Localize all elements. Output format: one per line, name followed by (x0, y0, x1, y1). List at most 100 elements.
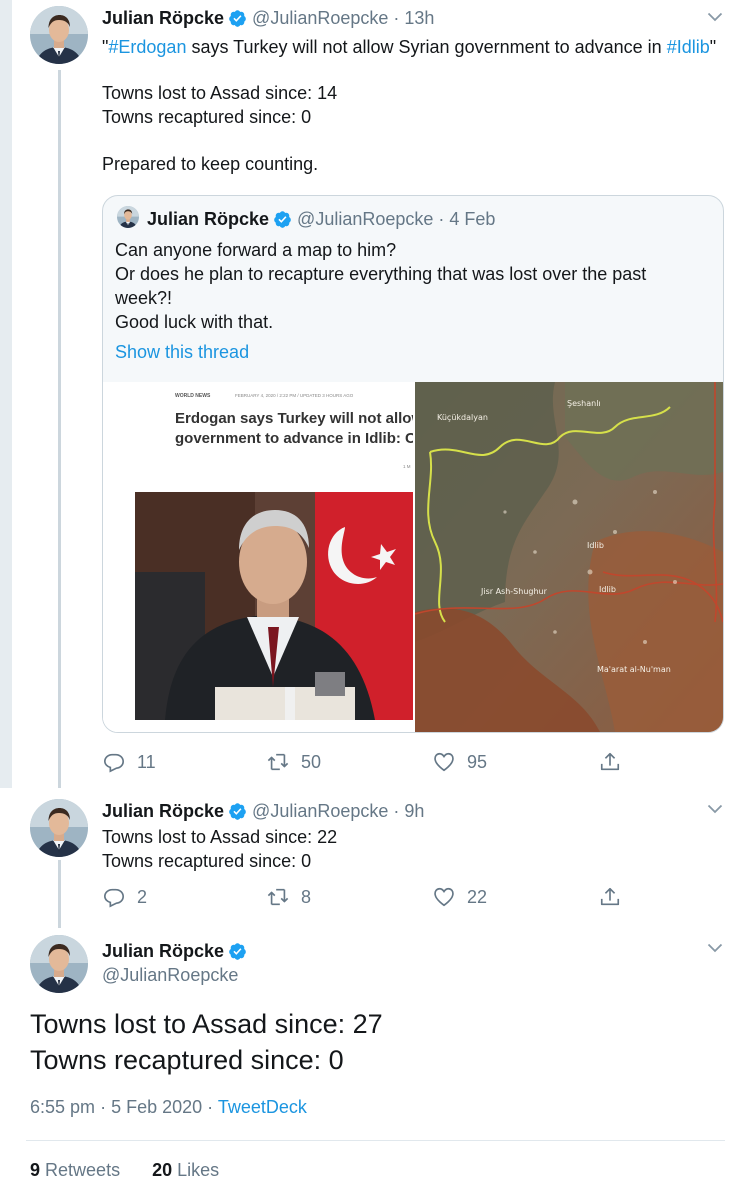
share-button[interactable] (599, 886, 633, 908)
share-icon (599, 886, 621, 908)
thread-line (58, 860, 61, 928)
map-label: Jisr Ash-Shughur (480, 587, 548, 596)
separator-dot: · (438, 209, 445, 229)
share-icon (599, 751, 621, 773)
author-handle[interactable]: @JulianRoepcke (102, 965, 238, 986)
hashtag-link[interactable]: #Erdogan (108, 37, 186, 57)
reply-count: 2 (137, 886, 148, 907)
tweet-text-line: Towns recaptured since: 0 (102, 107, 312, 127)
show-thread-link[interactable]: Show this thread (115, 340, 249, 364)
article-headline: government to advance in Idlib: CN (175, 430, 413, 447)
retweet-icon (267, 886, 289, 908)
tweet-date[interactable]: 5 Feb 2020 (111, 1097, 202, 1117)
like-button[interactable]: 95 (433, 751, 487, 773)
share-button[interactable] (599, 751, 633, 773)
quote-mark: " (709, 37, 717, 57)
avatar[interactable] (30, 799, 88, 857)
like-button[interactable]: 22 (433, 886, 487, 908)
thread-line (58, 70, 61, 790)
article-section: WORLD NEWS (175, 393, 211, 399)
news-screenshot-image[interactable]: WORLD NEWS FEBRUARY 4, 2020 / 2:22 PM / … (103, 382, 413, 732)
retweet-total: 9 (30, 1160, 41, 1180)
reply-icon (103, 751, 125, 773)
verified-badge-icon (228, 942, 247, 961)
retweet-button[interactable]: 50 (267, 751, 321, 773)
tweet-header: Julian Röpcke @JulianRoepcke · 9h (102, 801, 424, 822)
author-name[interactable]: Julian Röpcke (102, 8, 224, 29)
satellite-map: Küçükdalyan Şeshanlı Idlib Jisr Ash-Shug… (415, 382, 723, 732)
retweets-link[interactable]: 9 Retweets (30, 1160, 120, 1180)
tweet-header: Julian Röpcke @JulianRoepcke · 13h (102, 8, 434, 29)
map-label: Küçükdalyan (437, 413, 488, 422)
separator-dot: · (393, 8, 400, 28)
tweet-time[interactable]: 4 Feb (449, 209, 495, 230)
tweet-source-link[interactable]: TweetDeck (218, 1097, 307, 1117)
verified-badge-icon (228, 9, 247, 28)
reply-count: 11 (137, 751, 156, 772)
verified-badge-icon (228, 802, 247, 821)
avatar[interactable] (30, 935, 88, 993)
article-byline: 1 M (403, 464, 411, 469)
heart-icon (433, 751, 455, 773)
retweet-icon (267, 751, 289, 773)
likes-link[interactable]: 20 Likes (152, 1160, 219, 1180)
author-name[interactable]: Julian Röpcke (102, 801, 224, 822)
tweet-text-line: Towns lost to Assad since: 22 (102, 827, 338, 847)
like-count: 22 (467, 886, 488, 907)
avatar[interactable] (30, 6, 88, 64)
quoted-tweet-header: Julian Röpcke @JulianRoepcke · 4 Feb (147, 209, 495, 230)
tweet-text-fragment: says Turkey will not allow Syrian govern… (186, 37, 667, 57)
author-handle[interactable]: @JulianRoepcke (297, 209, 433, 230)
separator-dot: · (100, 1097, 112, 1117)
verified-badge-icon (273, 210, 292, 229)
separator-dot: · (393, 801, 400, 821)
tweet-text-line: Prepared to keep counting. (102, 154, 319, 174)
tweet-text-line: Towns recaptured since: 0 (30, 1045, 344, 1075)
author-name[interactable]: Julian Röpcke (147, 209, 269, 230)
quoted-tweet-text: Good luck with that. (115, 312, 274, 332)
tweet-text: " #Erdogan says Turkey will not allow Syr… (102, 35, 732, 59)
quoted-tweet-text: Or does he plan to recapture everything … (115, 264, 652, 308)
map-label: Idlib (587, 541, 604, 550)
satellite-map-image[interactable]: Küçükdalyan Şeshanlı Idlib Jisr Ash-Shug… (415, 382, 723, 732)
tweet-time[interactable]: 6:55 pm (30, 1097, 95, 1117)
tweet-text-line: Towns lost to Assad since: 14 (102, 83, 338, 103)
quoted-tweet-media[interactable]: WORLD NEWS FEBRUARY 4, 2020 / 2:22 PM / … (103, 382, 723, 732)
reply-icon (103, 886, 125, 908)
like-total: 20 (152, 1160, 173, 1180)
avatar[interactable] (117, 206, 139, 228)
retweet-count: 8 (301, 886, 312, 907)
reply-button[interactable]: 2 (103, 886, 147, 908)
article-headline: Erdogan says Turkey will not allow (175, 410, 413, 427)
author-handle[interactable]: @JulianRoepcke (252, 8, 388, 29)
tweet-time[interactable]: 9h (404, 801, 424, 822)
retweet-count: 50 (301, 751, 322, 772)
reply-button[interactable]: 11 (103, 751, 156, 773)
tweet-time[interactable]: 13h (404, 8, 434, 29)
engagement-counts: 9 Retweets 20 Likes (30, 1160, 219, 1181)
tweet-text-line: Towns recaptured since: 0 (102, 851, 312, 871)
author-name[interactable]: Julian Röpcke (102, 941, 224, 962)
tweet-metadata: 6:55 pm · 5 Feb 2020 · TweetDeck (30, 1097, 307, 1118)
heart-icon (433, 886, 455, 908)
map-label: Idlib (599, 585, 616, 594)
likes-label: Likes (177, 1160, 220, 1180)
quoted-tweet-card[interactable]: Julian Röpcke @JulianRoepcke · 4 Feb Can… (102, 195, 724, 733)
chevron-down-icon[interactable] (707, 943, 723, 953)
retweets-label: Retweets (45, 1160, 121, 1180)
retweet-button[interactable]: 8 (267, 886, 311, 908)
separator-dot: · (207, 1097, 218, 1117)
tweet-text-line: Towns lost to Assad since: 27 (30, 1009, 383, 1039)
divider (26, 1140, 725, 1141)
chevron-down-icon[interactable] (707, 12, 723, 22)
tweet-header-handle: @JulianRoepcke (102, 965, 238, 986)
like-count: 95 (467, 751, 488, 772)
erdogan-photo (135, 492, 413, 720)
chevron-down-icon[interactable] (707, 804, 723, 814)
quoted-tweet-text: Can anyone forward a map to him? (115, 240, 397, 260)
hashtag-link[interactable]: #Idlib (667, 37, 710, 57)
map-label: Ma'arat al-Nu'man (597, 665, 671, 674)
author-handle[interactable]: @JulianRoepcke (252, 801, 388, 822)
map-label: Şeshanlı (567, 399, 601, 408)
tweet-header: Julian Röpcke (102, 941, 252, 962)
